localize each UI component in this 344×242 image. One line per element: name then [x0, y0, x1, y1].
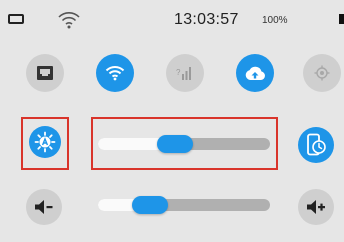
rotation-lock-icon [307, 133, 326, 156]
brightness-slider-thumb[interactable] [157, 135, 194, 153]
battery-percent: 100% [262, 15, 288, 26]
cloud-sync-toggle[interactable] [236, 54, 274, 92]
battery-level-icon [339, 14, 344, 24]
volume-down-button[interactable] [26, 189, 62, 225]
quick-settings-panel: 13:03:57 100% ? [0, 0, 344, 242]
wifi-toggle[interactable] [96, 54, 134, 92]
location-icon [314, 65, 330, 81]
auto-brightness-icon [34, 131, 56, 153]
volume-slider[interactable] [98, 196, 270, 214]
clock-time: 13:03:57 [174, 11, 239, 28]
mobile-data-toggle[interactable]: ? [166, 54, 204, 92]
svg-text:?: ? [176, 68, 181, 77]
ethernet-toggle[interactable] [26, 54, 64, 92]
volume-up-button[interactable] [298, 189, 334, 225]
brightness-slider[interactable] [98, 135, 270, 153]
status-bar: 13:03:57 100% [0, 0, 344, 36]
volume-slider-thumb[interactable] [131, 196, 168, 214]
wifi-icon [105, 66, 125, 81]
volume-up-icon [307, 200, 325, 214]
rotation-lock-button[interactable] [298, 127, 334, 163]
signal-bars-icon: ? [176, 67, 191, 80]
wifi-icon [58, 12, 80, 29]
cloud-upload-icon [245, 66, 265, 80]
volume-down-icon [35, 200, 53, 214]
location-toggle[interactable] [303, 54, 341, 92]
ethernet-icon [37, 66, 53, 80]
battery-icon [8, 14, 24, 24]
auto-brightness-button[interactable] [29, 126, 61, 158]
